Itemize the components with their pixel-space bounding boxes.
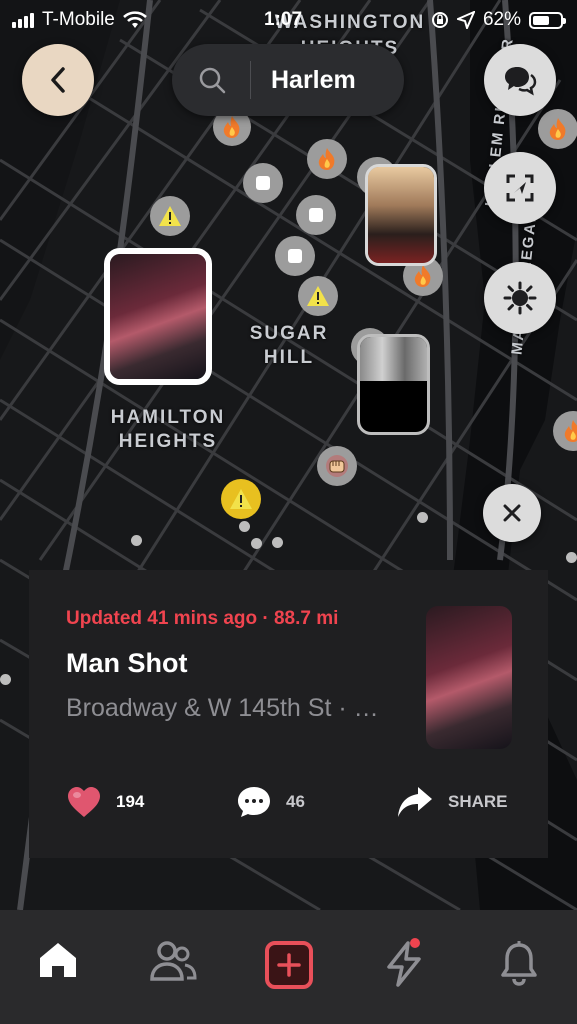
fire-icon: [564, 420, 577, 442]
tab-home[interactable]: [0, 910, 115, 1024]
locate-icon: [506, 174, 534, 202]
incident-actions: 194 46 SHARE: [66, 785, 516, 825]
assault-incident-pin[interactable]: [317, 446, 357, 486]
close-card-button[interactable]: [483, 484, 541, 542]
home-icon: [39, 943, 76, 977]
incident-thumbnail[interactable]: [357, 334, 430, 435]
status-bar: T-Mobile 1:07 62%: [0, 0, 577, 40]
share-label: SHARE: [448, 792, 508, 811]
tab-activity[interactable]: [346, 910, 461, 1024]
map-label-sugar-hill: SUGAR HILL: [249, 323, 329, 368]
lightning-icon: [387, 941, 421, 987]
share-button[interactable]: SHARE: [396, 785, 508, 819]
incident-updated-distance: Updated 41 mins ago · 88.7 mi: [66, 608, 339, 629]
map-dot[interactable]: [272, 537, 283, 548]
search-query[interactable]: Harlem: [271, 66, 356, 95]
incident-pin[interactable]: [275, 236, 315, 276]
fire-icon: [318, 148, 335, 170]
back-button[interactable]: [22, 44, 94, 116]
heart-icon: [68, 787, 100, 817]
warning-incident-pin[interactable]: [298, 276, 338, 316]
search-divider: [250, 61, 251, 99]
tab-report[interactable]: [231, 910, 346, 1024]
comment-count: 46: [286, 792, 305, 811]
incident-pin[interactable]: [243, 163, 283, 203]
warning-icon: [307, 286, 329, 306]
map-dot[interactable]: [239, 521, 250, 532]
warning-incident-pin[interactable]: [150, 196, 190, 236]
cellular-signal-icon: [12, 12, 34, 28]
map-label-hamilton-heights: HAMILTON HEIGHTS: [110, 407, 226, 452]
close-icon: [503, 504, 521, 522]
fire-icon: [549, 118, 566, 140]
incident-thumbnail[interactable]: [365, 164, 437, 266]
fire-icon: [223, 116, 240, 138]
location-arrow-icon: [456, 11, 475, 29]
incident-address: Broadway & W 145th St · New York: [66, 694, 396, 722]
tab-notifications[interactable]: [462, 910, 577, 1024]
battery-percent: 62%: [482, 9, 521, 30]
tab-friends[interactable]: [115, 910, 230, 1024]
incident-card-thumbnail[interactable]: [426, 606, 512, 749]
warning-icon: [230, 489, 252, 509]
share-arrow-icon: [398, 787, 432, 817]
carrier-name: T-Mobile: [42, 9, 115, 30]
virus-layer-button[interactable]: [484, 262, 556, 334]
chat-button[interactable]: [484, 44, 556, 116]
map-dot[interactable]: [0, 674, 11, 685]
incident-thumbnail-selected[interactable]: [104, 248, 212, 385]
bottom-tab-bar: [0, 910, 577, 1024]
fire-icon: [414, 265, 431, 287]
like-count: 194: [116, 792, 145, 811]
comment-bubble-icon: [238, 787, 270, 817]
warning-icon: [159, 206, 181, 226]
search-icon: [199, 67, 226, 94]
chevron-left-icon: [51, 67, 65, 93]
chat-bubbles-icon: [505, 67, 537, 96]
fire-incident-pin[interactable]: [307, 139, 347, 179]
incident-pin[interactable]: [296, 195, 336, 235]
warning-incident-pin-selected[interactable]: [221, 479, 261, 519]
bell-icon: [501, 941, 538, 986]
map-dot[interactable]: [417, 512, 428, 523]
virus-icon: [503, 281, 537, 315]
fist-icon: [326, 455, 348, 477]
like-button[interactable]: 194: [66, 785, 144, 819]
people-icon: [150, 941, 197, 981]
map-dot[interactable]: [566, 552, 577, 563]
fire-incident-pin[interactable]: [538, 109, 577, 149]
recenter-button[interactable]: [484, 152, 556, 224]
map-dot[interactable]: [131, 535, 142, 546]
plus-icon: [264, 941, 313, 989]
wifi-icon: [122, 11, 147, 28]
incident-title: Man Shot: [66, 648, 188, 678]
location-search[interactable]: Harlem: [172, 44, 404, 116]
battery-icon: [529, 11, 566, 29]
map-dot[interactable]: [251, 538, 262, 549]
status-time: 1:07: [264, 9, 303, 30]
orientation-lock-icon: [431, 12, 448, 28]
incident-card[interactable]: Updated 41 mins ago · 88.7 mi Man Shot B…: [29, 570, 548, 858]
comment-button[interactable]: 46: [236, 785, 305, 819]
